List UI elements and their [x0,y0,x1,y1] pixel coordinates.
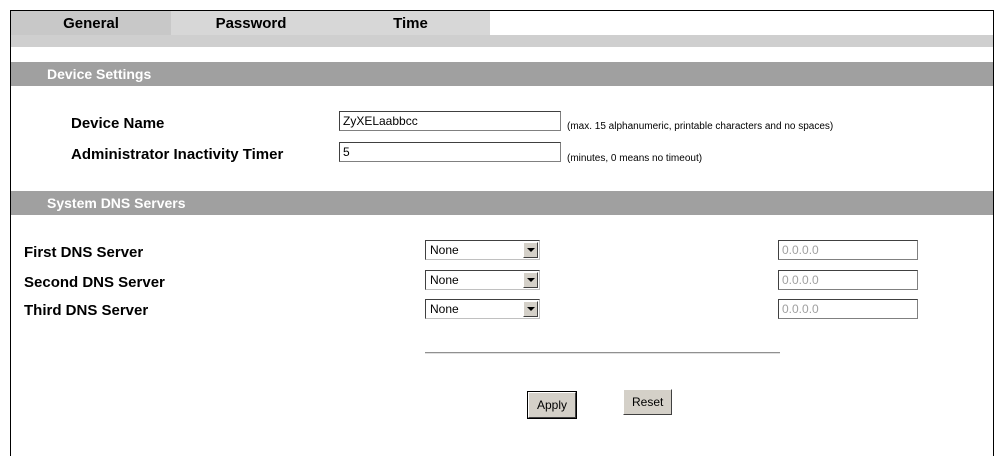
inactivity-timer-hint: (minutes, 0 means no timeout) [567,153,703,164]
third-dns-type-value: None [430,302,459,316]
dns-servers-title: System DNS Servers [47,195,186,211]
tab-general[interactable]: General [11,11,171,35]
first-dns-type-select[interactable]: None [425,240,540,260]
device-name-label: Device Name [71,115,165,132]
apply-button[interactable]: Apply [526,391,578,419]
second-dns-label: Second DNS Server [24,274,165,291]
tab-underline [11,35,993,47]
device-settings-title: Device Settings [47,66,152,82]
second-dns-ip-input[interactable] [778,270,918,290]
inactivity-timer-label: Administrator Inactivity Timer [71,146,284,163]
first-dns-label: First DNS Server [24,244,144,261]
tab-password[interactable]: Password [171,11,331,35]
dns-servers-header: System DNS Servers [11,191,993,215]
reset-button[interactable]: Reset [623,389,673,415]
settings-frame: General Password Time Device Settings De… [10,10,994,456]
device-name-hint: (max. 15 alphanumeric, printable charact… [567,121,834,132]
tab-time[interactable]: Time [331,11,490,35]
tab-bar: General Password Time [11,11,993,35]
device-name-input[interactable] [339,111,561,131]
first-dns-ip-input[interactable] [778,240,918,260]
first-dns-type-value: None [430,243,459,257]
chevron-down-icon[interactable] [523,301,538,317]
second-dns-type-value: None [430,273,459,287]
chevron-down-icon[interactable] [523,272,538,288]
third-dns-label: Third DNS Server [24,302,149,319]
third-dns-ip-input[interactable] [778,299,918,319]
second-dns-type-select[interactable]: None [425,270,540,290]
inactivity-timer-input[interactable] [339,142,561,162]
device-settings-header: Device Settings [11,62,993,86]
chevron-down-icon[interactable] [523,242,538,258]
third-dns-type-select[interactable]: None [425,299,540,319]
form-divider [425,352,780,354]
